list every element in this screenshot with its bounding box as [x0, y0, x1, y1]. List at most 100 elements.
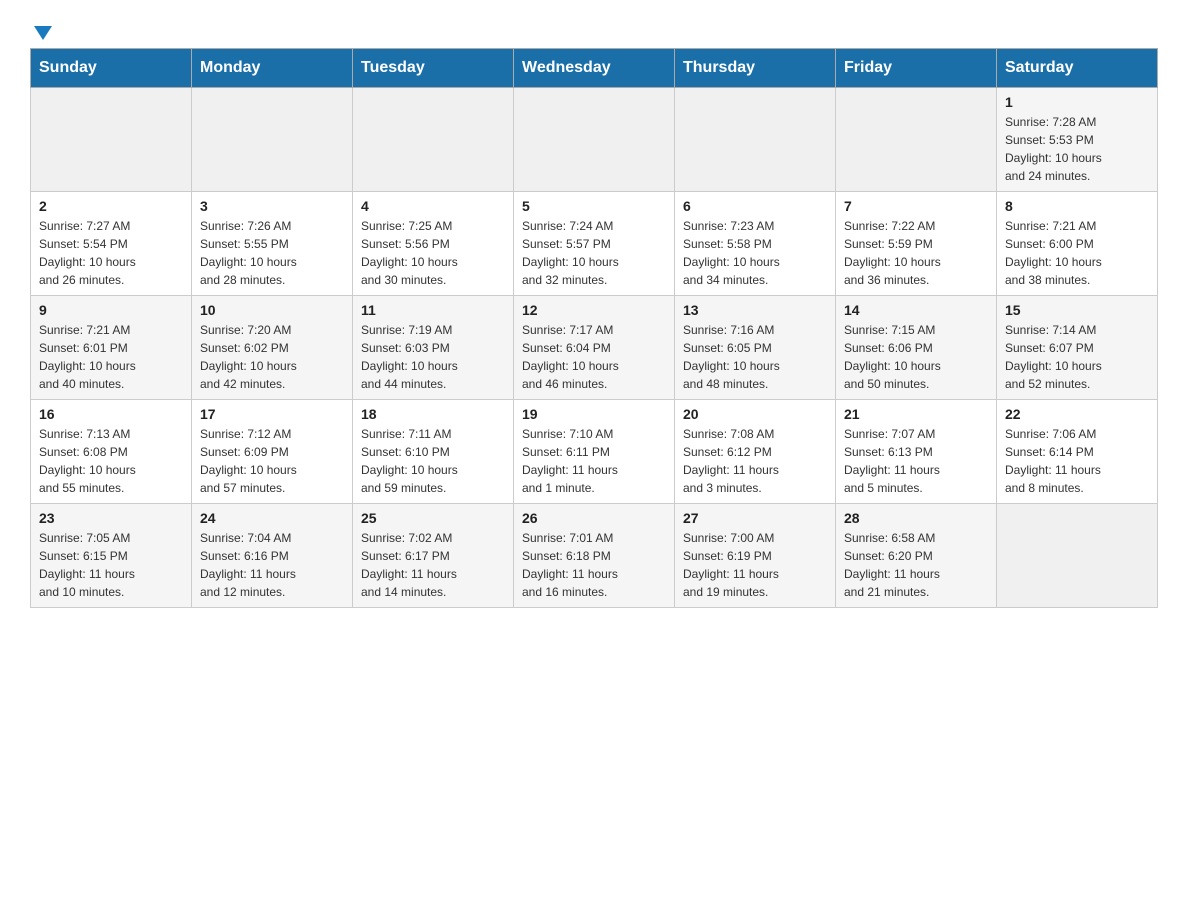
calendar-cell: 10 Sunrise: 7:20 AM Sunset: 6:02 PM Dayli… [192, 296, 353, 400]
calendar-cell: 4 Sunrise: 7:25 AM Sunset: 5:56 PM Daylig… [353, 192, 514, 296]
weekday-header-thursday: Thursday [675, 49, 836, 88]
calendar-cell: 20 Sunrise: 7:08 AM Sunset: 6:12 PM Dayli… [675, 400, 836, 504]
day-info: Sunrise: 7:10 AM Sunset: 6:11 PM Dayligh… [522, 425, 666, 497]
calendar-cell: 15Sunrise: 7:14 AM Sunset: 6:07 PM Dayli… [997, 296, 1158, 400]
day-info: Sunrise: 7:19 AM Sunset: 6:03 PM Dayligh… [361, 321, 505, 393]
day-info: Sunrise: 7:07 AM Sunset: 6:13 PM Dayligh… [844, 425, 988, 497]
day-number: 13 [683, 302, 827, 318]
calendar-cell: 23Sunrise: 7:05 AM Sunset: 6:15 PM Dayli… [31, 504, 192, 608]
day-number: 11 [361, 302, 505, 318]
calendar-week-row: 2 Sunrise: 7:27 AM Sunset: 5:54 PM Daylig… [31, 192, 1158, 296]
day-info: Sunrise: 7:12 AM Sunset: 6:09 PM Dayligh… [200, 425, 344, 497]
calendar-cell: 28 Sunrise: 6:58 AM Sunset: 6:20 PM Dayli… [836, 504, 997, 608]
calendar-cell: 13 Sunrise: 7:16 AM Sunset: 6:05 PM Dayli… [675, 296, 836, 400]
calendar-cell: 2 Sunrise: 7:27 AM Sunset: 5:54 PM Daylig… [31, 192, 192, 296]
calendar-cell: 24 Sunrise: 7:04 AM Sunset: 6:16 PM Dayli… [192, 504, 353, 608]
day-number: 6 [683, 198, 827, 214]
day-info: Sunrise: 7:27 AM Sunset: 5:54 PM Dayligh… [39, 217, 183, 289]
calendar-cell: 7Sunrise: 7:22 AM Sunset: 5:59 PM Daylig… [836, 192, 997, 296]
day-info: Sunrise: 7:23 AM Sunset: 5:58 PM Dayligh… [683, 217, 827, 289]
weekday-header-tuesday: Tuesday [353, 49, 514, 88]
day-info: Sunrise: 7:11 AM Sunset: 6:10 PM Dayligh… [361, 425, 505, 497]
weekday-header-monday: Monday [192, 49, 353, 88]
calendar-week-row: 1 Sunrise: 7:28 AM Sunset: 5:53 PM Daylig… [31, 88, 1158, 192]
day-info: Sunrise: 7:04 AM Sunset: 6:16 PM Dayligh… [200, 529, 344, 601]
day-number: 4 [361, 198, 505, 214]
day-number: 1 [1005, 94, 1149, 110]
calendar-cell [353, 88, 514, 192]
day-info: Sunrise: 7:28 AM Sunset: 5:53 PM Dayligh… [1005, 113, 1149, 185]
day-info: Sunrise: 7:06 AM Sunset: 6:14 PM Dayligh… [1005, 425, 1149, 497]
calendar-cell [836, 88, 997, 192]
calendar-week-row: 16 Sunrise: 7:13 AM Sunset: 6:08 PM Dayli… [31, 400, 1158, 504]
day-info: Sunrise: 7:26 AM Sunset: 5:55 PM Dayligh… [200, 217, 344, 289]
day-number: 20 [683, 406, 827, 422]
calendar-cell: 5 Sunrise: 7:24 AM Sunset: 5:57 PM Daylig… [514, 192, 675, 296]
calendar-cell: 16 Sunrise: 7:13 AM Sunset: 6:08 PM Dayli… [31, 400, 192, 504]
calendar-cell: 25 Sunrise: 7:02 AM Sunset: 6:17 PM Dayli… [353, 504, 514, 608]
day-number: 28 [844, 510, 988, 526]
calendar-cell: 18 Sunrise: 7:11 AM Sunset: 6:10 PM Dayli… [353, 400, 514, 504]
calendar-cell [997, 504, 1158, 608]
weekday-header-saturday: Saturday [997, 49, 1158, 88]
day-number: 3 [200, 198, 344, 214]
day-number: 10 [200, 302, 344, 318]
calendar-cell [31, 88, 192, 192]
calendar-cell: 27 Sunrise: 7:00 AM Sunset: 6:19 PM Dayli… [675, 504, 836, 608]
calendar-cell [192, 88, 353, 192]
calendar-cell: 6 Sunrise: 7:23 AM Sunset: 5:58 PM Daylig… [675, 192, 836, 296]
weekday-header-friday: Friday [836, 49, 997, 88]
day-number: 14 [844, 302, 988, 318]
day-info: Sunrise: 7:24 AM Sunset: 5:57 PM Dayligh… [522, 217, 666, 289]
calendar-cell: 19 Sunrise: 7:10 AM Sunset: 6:11 PM Dayli… [514, 400, 675, 504]
day-info: Sunrise: 7:00 AM Sunset: 6:19 PM Dayligh… [683, 529, 827, 601]
day-info: Sunrise: 7:13 AM Sunset: 6:08 PM Dayligh… [39, 425, 183, 497]
day-info: Sunrise: 7:16 AM Sunset: 6:05 PM Dayligh… [683, 321, 827, 393]
day-info: Sunrise: 7:02 AM Sunset: 6:17 PM Dayligh… [361, 529, 505, 601]
day-number: 21 [844, 406, 988, 422]
calendar-week-row: 9 Sunrise: 7:21 AM Sunset: 6:01 PM Daylig… [31, 296, 1158, 400]
day-number: 25 [361, 510, 505, 526]
logo [30, 20, 54, 38]
day-number: 16 [39, 406, 183, 422]
day-number: 22 [1005, 406, 1149, 422]
day-number: 12 [522, 302, 666, 318]
weekday-header-sunday: Sunday [31, 49, 192, 88]
calendar-cell: 17 Sunrise: 7:12 AM Sunset: 6:09 PM Dayli… [192, 400, 353, 504]
day-number: 9 [39, 302, 183, 318]
day-info: Sunrise: 7:21 AM Sunset: 6:00 PM Dayligh… [1005, 217, 1149, 289]
calendar-cell [514, 88, 675, 192]
day-number: 17 [200, 406, 344, 422]
calendar-cell: 14 Sunrise: 7:15 AM Sunset: 6:06 PM Dayli… [836, 296, 997, 400]
day-info: Sunrise: 7:17 AM Sunset: 6:04 PM Dayligh… [522, 321, 666, 393]
day-number: 24 [200, 510, 344, 526]
day-number: 8 [1005, 198, 1149, 214]
day-info: Sunrise: 7:01 AM Sunset: 6:18 PM Dayligh… [522, 529, 666, 601]
page-header [30, 20, 1158, 38]
calendar-cell: 9 Sunrise: 7:21 AM Sunset: 6:01 PM Daylig… [31, 296, 192, 400]
day-info: Sunrise: 7:15 AM Sunset: 6:06 PM Dayligh… [844, 321, 988, 393]
calendar-table: SundayMondayTuesdayWednesdayThursdayFrid… [30, 48, 1158, 608]
day-number: 2 [39, 198, 183, 214]
day-number: 27 [683, 510, 827, 526]
day-info: Sunrise: 7:20 AM Sunset: 6:02 PM Dayligh… [200, 321, 344, 393]
day-number: 26 [522, 510, 666, 526]
calendar-cell: 21 Sunrise: 7:07 AM Sunset: 6:13 PM Dayli… [836, 400, 997, 504]
calendar-cell [675, 88, 836, 192]
day-number: 5 [522, 198, 666, 214]
day-number: 19 [522, 406, 666, 422]
day-info: Sunrise: 7:08 AM Sunset: 6:12 PM Dayligh… [683, 425, 827, 497]
calendar-week-row: 23Sunrise: 7:05 AM Sunset: 6:15 PM Dayli… [31, 504, 1158, 608]
day-number: 18 [361, 406, 505, 422]
day-info: Sunrise: 7:22 AM Sunset: 5:59 PM Dayligh… [844, 217, 988, 289]
day-info: Sunrise: 6:58 AM Sunset: 6:20 PM Dayligh… [844, 529, 988, 601]
calendar-cell: 1 Sunrise: 7:28 AM Sunset: 5:53 PM Daylig… [997, 88, 1158, 192]
logo-triangle-icon [32, 22, 54, 44]
calendar-cell: 11 Sunrise: 7:19 AM Sunset: 6:03 PM Dayli… [353, 296, 514, 400]
day-info: Sunrise: 7:25 AM Sunset: 5:56 PM Dayligh… [361, 217, 505, 289]
calendar-cell: 26 Sunrise: 7:01 AM Sunset: 6:18 PM Dayli… [514, 504, 675, 608]
day-info: Sunrise: 7:21 AM Sunset: 6:01 PM Dayligh… [39, 321, 183, 393]
day-info: Sunrise: 7:05 AM Sunset: 6:15 PM Dayligh… [39, 529, 183, 601]
day-info: Sunrise: 7:14 AM Sunset: 6:07 PM Dayligh… [1005, 321, 1149, 393]
calendar-cell: 12 Sunrise: 7:17 AM Sunset: 6:04 PM Dayli… [514, 296, 675, 400]
